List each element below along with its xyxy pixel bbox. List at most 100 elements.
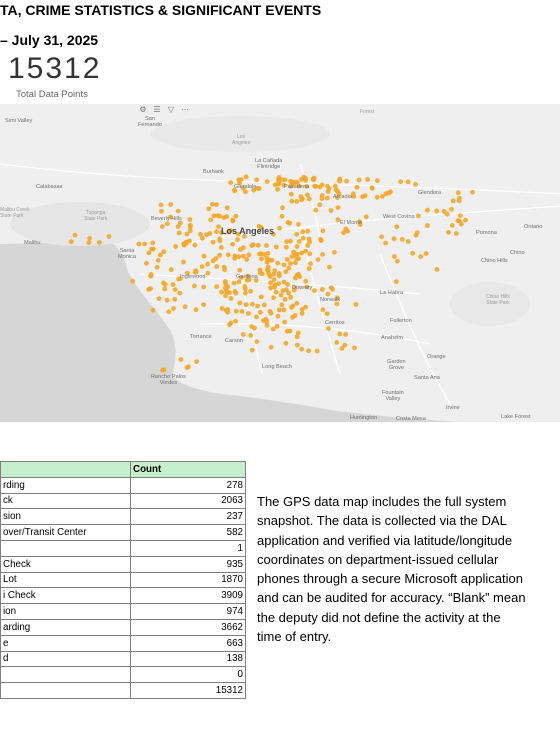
gps-data-point[interactable] — [160, 224, 165, 229]
gps-data-point[interactable] — [232, 253, 238, 259]
gps-data-point[interactable] — [171, 306, 176, 311]
gps-data-point[interactable] — [201, 284, 207, 290]
gps-data-point[interactable] — [292, 313, 298, 318]
gps-data-point[interactable] — [288, 191, 294, 197]
gps-data-point[interactable] — [184, 231, 190, 237]
gps-data-point[interactable] — [299, 250, 304, 256]
gps-data-point[interactable] — [353, 302, 359, 307]
gps-data-point[interactable] — [146, 250, 152, 256]
gps-data-point[interactable] — [264, 267, 270, 273]
gps-data-point[interactable] — [423, 251, 429, 256]
gps-data-point[interactable] — [319, 182, 325, 188]
gps-data-point[interactable] — [369, 186, 375, 191]
gps-data-point[interactable] — [470, 189, 475, 195]
gps-data-point[interactable] — [154, 264, 160, 270]
gps-data-point[interactable] — [198, 231, 203, 237]
gps-data-point[interactable] — [217, 213, 223, 219]
gps-data-point[interactable] — [306, 236, 312, 242]
gps-data-point[interactable] — [399, 237, 405, 242]
gps-data-point[interactable] — [97, 240, 102, 245]
gps-data-point[interactable] — [324, 195, 330, 201]
gps-data-point[interactable] — [254, 339, 260, 344]
gps-data-point[interactable] — [237, 267, 243, 273]
gps-data-point[interactable] — [325, 183, 330, 189]
gps-data-point[interactable] — [242, 286, 248, 292]
list-icon[interactable]: ☰ — [152, 105, 162, 114]
gps-data-point[interactable] — [194, 359, 200, 364]
gps-data-point[interactable] — [282, 319, 288, 325]
gps-data-point[interactable] — [296, 256, 301, 262]
gps-data-point[interactable] — [239, 309, 245, 314]
gps-data-point[interactable] — [276, 180, 282, 186]
gps-data-point[interactable] — [210, 239, 216, 245]
gps-data-point[interactable] — [310, 176, 316, 182]
gps-data-point[interactable] — [223, 293, 228, 299]
gps-data-point[interactable] — [204, 232, 210, 238]
gps-data-point[interactable] — [222, 279, 228, 284]
gps-data-point[interactable] — [395, 258, 400, 264]
gps-data-point[interactable] — [173, 244, 179, 249]
gps-data-point[interactable] — [365, 177, 370, 182]
gps-data-point[interactable] — [192, 283, 197, 289]
gps-data-point[interactable] — [164, 297, 170, 303]
gps-data-point[interactable] — [168, 267, 174, 273]
gps-data-point[interactable] — [392, 254, 397, 259]
gps-data-point[interactable] — [360, 194, 365, 200]
gps-data-point[interactable] — [312, 183, 318, 189]
gps-data-point[interactable] — [294, 300, 300, 306]
gps-data-point[interactable] — [388, 189, 393, 195]
gps-data-point[interactable] — [375, 178, 380, 184]
gps-data-point[interactable] — [380, 194, 385, 199]
gps-data-point[interactable] — [218, 245, 224, 250]
gps-data-point[interactable] — [283, 340, 289, 346]
gps-data-point[interactable] — [68, 239, 74, 245]
gps-data-point[interactable] — [235, 237, 240, 243]
gps-data-point[interactable] — [324, 311, 330, 316]
gps-data-point[interactable] — [303, 178, 308, 183]
gps-data-point[interactable] — [271, 277, 277, 283]
gps-data-point[interactable] — [276, 307, 282, 313]
gps-data-point[interactable] — [172, 296, 178, 302]
gps-data-point[interactable] — [168, 202, 174, 207]
gps-data-point[interactable] — [374, 194, 380, 200]
gps-data-point[interactable] — [246, 252, 252, 258]
gps-data-point[interactable] — [158, 252, 163, 258]
gps-data-point[interactable] — [258, 294, 264, 300]
gps-data-point[interactable] — [233, 213, 239, 219]
gps-data-point[interactable] — [257, 309, 263, 315]
gps-data-point[interactable] — [158, 202, 164, 208]
gps-data-point[interactable] — [306, 196, 312, 202]
gps-data-point[interactable] — [434, 267, 440, 272]
gps-data-point[interactable] — [238, 177, 244, 182]
gps-data-point[interactable] — [206, 206, 212, 212]
gps-data-point[interactable] — [106, 234, 112, 239]
gps-data-point[interactable] — [414, 230, 420, 235]
gps-data-point[interactable] — [343, 332, 349, 337]
gps-data-point[interactable] — [352, 345, 357, 351]
gps-data-point[interactable] — [295, 271, 301, 277]
gps-data-point[interactable] — [306, 348, 311, 354]
gps-data-point[interactable] — [246, 311, 251, 316]
gps-data-point[interactable] — [214, 284, 220, 289]
gps-data-point[interactable] — [259, 271, 265, 277]
gps-data-point[interactable] — [398, 179, 404, 185]
gps-data-point[interactable] — [283, 269, 289, 275]
gps-data-point[interactable] — [271, 271, 276, 277]
gps-data-point[interactable] — [278, 292, 284, 298]
gps-data-point[interactable] — [288, 261, 293, 266]
gps-data-point[interactable] — [259, 256, 264, 262]
gps-data-point[interactable] — [233, 308, 239, 314]
gps-data-point[interactable] — [275, 260, 281, 266]
gps-data-point[interactable] — [177, 290, 183, 296]
gps-data-point[interactable] — [282, 297, 288, 302]
gps-data-point[interactable] — [449, 206, 454, 212]
gps-data-point[interactable] — [457, 218, 462, 224]
gps-data-point[interactable] — [172, 287, 178, 292]
gps-data-point[interactable] — [306, 266, 312, 271]
gps-data-point[interactable] — [243, 302, 249, 307]
gps-data-point[interactable] — [315, 257, 321, 262]
gps-data-point[interactable] — [130, 278, 136, 284]
gps-data-point[interactable] — [275, 313, 281, 319]
gps-data-point[interactable] — [162, 282, 168, 287]
gps-data-point[interactable] — [394, 224, 400, 230]
